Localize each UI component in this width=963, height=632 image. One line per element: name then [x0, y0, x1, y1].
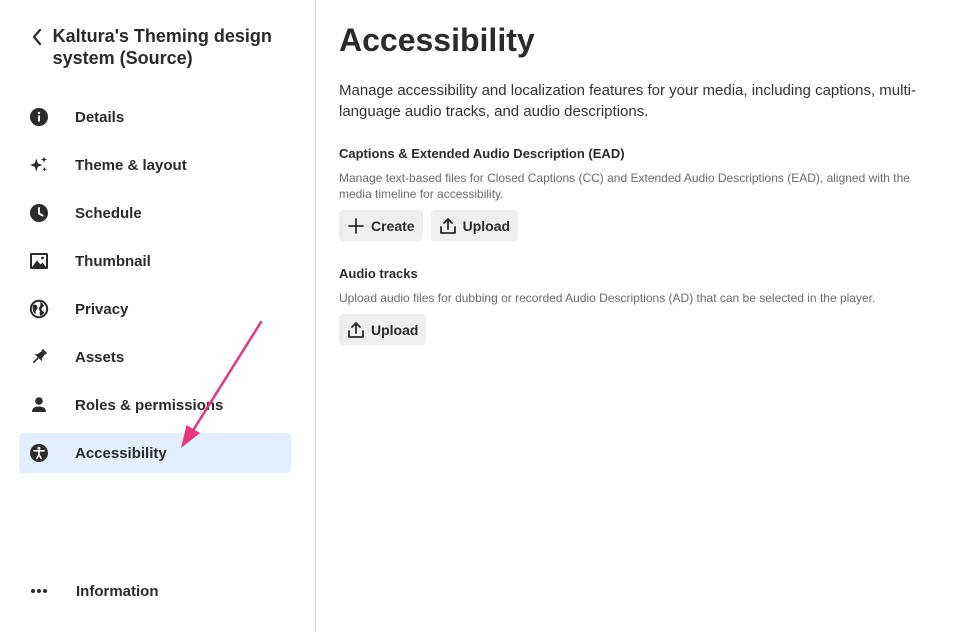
- sidebar-header: Kaltura's Theming design system (Source): [30, 25, 300, 69]
- chevron-left-icon: [32, 28, 41, 46]
- upload-label: Upload: [462, 217, 511, 234]
- create-captions-button[interactable]: Create: [339, 210, 423, 241]
- sidebar-item-label: Accessibility: [75, 444, 167, 462]
- upload-captions-button[interactable]: Upload: [430, 210, 519, 241]
- sidebar-item-label: Assets: [75, 348, 125, 366]
- person-icon: [29, 395, 49, 415]
- sidebar-item-privacy[interactable]: Privacy: [19, 289, 291, 329]
- pin-icon: [29, 347, 49, 367]
- sidebar-item-thumbnail[interactable]: Thumbnail: [19, 241, 291, 281]
- sidebar-item-accessibility[interactable]: Accessibility: [19, 433, 291, 473]
- page-description: Manage accessibility and localization fe…: [339, 82, 916, 120]
- audio-tracks-section-description: Upload audio files for dubbing or record…: [339, 291, 876, 305]
- plus-icon: [348, 217, 364, 234]
- entry-title: Kaltura's Theming design system (Source): [52, 26, 272, 68]
- upload-label: Upload: [371, 321, 419, 338]
- sidebar: Kaltura's Theming design system (Source)…: [0, 0, 316, 632]
- back-button[interactable]: [30, 25, 44, 49]
- sidebar-item-theme-layout[interactable]: Theme & layout: [19, 145, 291, 185]
- sidebar-nav: Details Theme & layout Schedule Thumbnai…: [19, 97, 291, 481]
- captions-actions: Create Upload: [339, 210, 519, 241]
- audio-tracks-actions: Upload: [339, 314, 427, 345]
- captions-section-title: Captions & Extended Audio Description (E…: [339, 146, 625, 161]
- sidebar-item-details[interactable]: Details: [19, 97, 291, 137]
- sidebar-item-label: Privacy: [75, 300, 129, 318]
- page-title: Accessibility: [339, 22, 535, 58]
- sidebar-item-information[interactable]: Information: [19, 571, 291, 611]
- sidebar-item-assets[interactable]: Assets: [19, 337, 291, 377]
- sidebar-item-label: Details: [75, 108, 125, 126]
- clock-icon: [29, 203, 49, 223]
- upload-audio-button[interactable]: Upload: [339, 314, 427, 345]
- create-label: Create: [371, 217, 415, 234]
- globe-icon: [29, 299, 49, 319]
- information-label: Information: [76, 582, 159, 600]
- sparkles-icon: [29, 155, 49, 175]
- accessibility-icon: [29, 443, 49, 463]
- sidebar-item-schedule[interactable]: Schedule: [19, 193, 291, 233]
- info-icon: [29, 107, 49, 127]
- sidebar-item-label: Roles & permissions: [75, 396, 224, 414]
- more-horizontal-icon: [29, 581, 49, 601]
- audio-tracks-section-title: Audio tracks: [339, 266, 418, 281]
- sidebar-item-label: Theme & layout: [75, 156, 187, 174]
- upload-icon: [439, 217, 456, 234]
- sidebar-item-label: Schedule: [75, 204, 142, 222]
- upload-icon: [348, 321, 364, 338]
- captions-section-description: Manage text-based files for Closed Capti…: [339, 171, 910, 201]
- sidebar-item-label: Thumbnail: [75, 252, 151, 270]
- image-icon: [29, 251, 49, 271]
- sidebar-item-roles-permissions[interactable]: Roles & permissions: [19, 385, 291, 425]
